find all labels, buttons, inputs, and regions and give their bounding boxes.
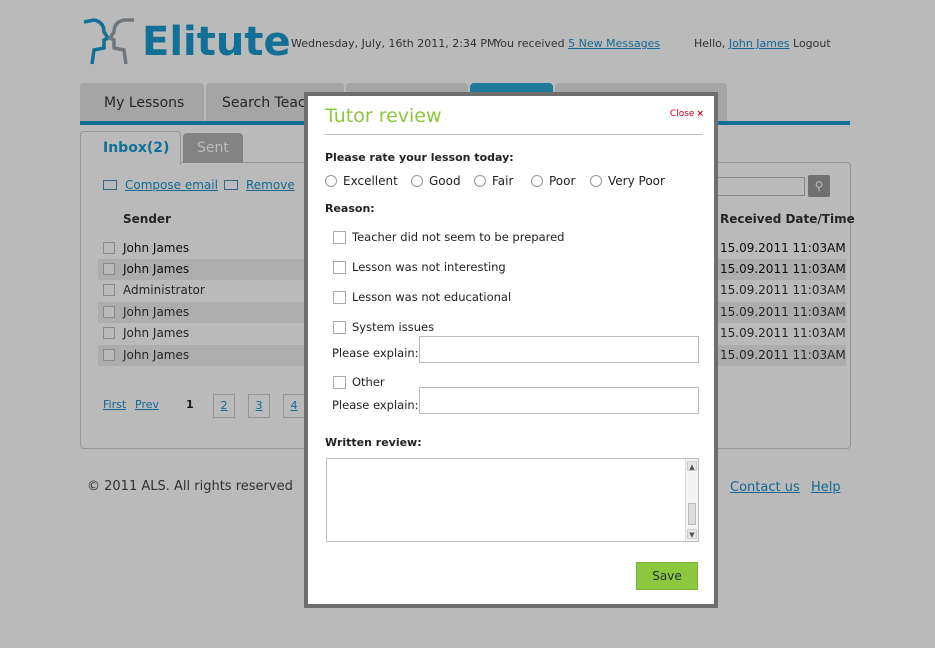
rate-label: Please rate your lesson today: xyxy=(325,151,514,164)
close-button[interactable]: Close × xyxy=(670,109,704,119)
rating-label: Excellent xyxy=(343,174,398,188)
close-label: Close xyxy=(669,109,695,119)
reason-system-issues[interactable]: System issues xyxy=(333,320,434,334)
dialog-title: Tutor review xyxy=(325,105,442,127)
reason-text: Other xyxy=(352,375,385,389)
scroll-down-icon[interactable]: ▼ xyxy=(687,529,697,539)
checkbox[interactable] xyxy=(333,290,346,304)
review-scrollbar[interactable]: ▲ ▼ xyxy=(685,459,698,541)
explain-label: Please explain: xyxy=(332,398,419,412)
rating-good[interactable]: Good xyxy=(411,174,461,188)
reason-text: System issues xyxy=(352,320,435,334)
reason-text: Teacher did not seem to be prepared xyxy=(352,230,565,244)
rating-very-poor[interactable]: Very Poor xyxy=(590,174,665,188)
explain-label: Please explain: xyxy=(332,346,419,360)
scroll-thumb[interactable] xyxy=(688,503,696,525)
reason-text: Lesson was not interesting xyxy=(352,260,506,274)
rating-label: Good xyxy=(429,174,461,188)
system-issues-explain-input[interactable] xyxy=(419,336,699,363)
radio-button[interactable] xyxy=(474,175,486,187)
checkbox[interactable] xyxy=(333,260,346,274)
radio-button[interactable] xyxy=(411,175,423,187)
save-button[interactable]: Save xyxy=(636,562,698,590)
rating-excellent[interactable]: Excellent xyxy=(325,174,398,188)
scroll-up-icon[interactable]: ▲ xyxy=(687,461,697,471)
radio-button[interactable] xyxy=(590,175,602,187)
reason-label: Reason: xyxy=(325,202,375,215)
rating-label: Poor xyxy=(549,174,576,188)
radio-button[interactable] xyxy=(531,175,543,187)
written-review-textarea[interactable]: ▲ ▼ xyxy=(326,458,699,542)
reason-text: Lesson was not educational xyxy=(352,290,512,304)
close-icon: × xyxy=(696,109,704,119)
reason-other[interactable]: Other xyxy=(333,375,385,389)
title-divider xyxy=(325,134,703,135)
rating-fair[interactable]: Fair xyxy=(474,174,513,188)
other-explain-input[interactable] xyxy=(419,387,699,414)
rating-poor[interactable]: Poor xyxy=(531,174,575,188)
reason-not-educational[interactable]: Lesson was not educational xyxy=(333,290,511,304)
checkbox[interactable] xyxy=(333,375,346,389)
tutor-review-dialog: Tutor review Close × Please rate your les… xyxy=(304,92,718,608)
reason-not-prepared[interactable]: Teacher did not seem to be prepared xyxy=(333,230,564,244)
written-review-label: Written review: xyxy=(325,436,422,449)
radio-button[interactable] xyxy=(325,175,337,187)
rating-label: Very Poor xyxy=(608,174,665,188)
checkbox[interactable] xyxy=(333,320,346,334)
rating-label: Fair xyxy=(492,174,514,188)
reason-not-interesting[interactable]: Lesson was not interesting xyxy=(333,260,506,274)
checkbox[interactable] xyxy=(333,230,346,244)
